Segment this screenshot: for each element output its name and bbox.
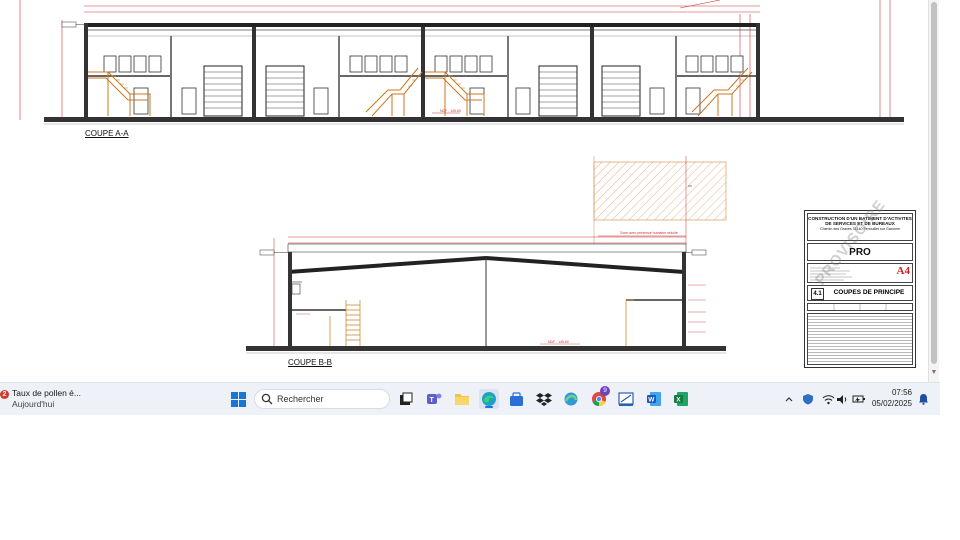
file-explorer-icon[interactable] — [452, 389, 472, 409]
section-b-dimensions — [273, 236, 686, 350]
architect-logo: A4 — [896, 265, 910, 277]
active-indicator — [485, 406, 493, 408]
dropbox-icon[interactable] — [534, 389, 554, 409]
security-icon[interactable] — [801, 392, 815, 406]
widget-subtitle: Aujourd'hui — [12, 399, 55, 409]
chrome-badge: 9 — [600, 386, 610, 396]
excel-icon[interactable]: X — [671, 389, 691, 409]
windows-taskbar: 2 Taux de pollen é... Aujourd'hui Recher… — [0, 382, 940, 415]
meta-row-cells — [833, 304, 887, 310]
word-icon[interactable]: W — [644, 389, 664, 409]
zone-note: Zone avec présence humaine réduite — [598, 231, 686, 237]
section-a-level-mark: NDF : 145.60 — [432, 109, 461, 114]
chrome-icon[interactable]: 9 — [589, 386, 610, 409]
sheet-cell: 4.1 COUPES DE PRINCIPE — [807, 285, 913, 301]
teams-icon[interactable]: T — [424, 389, 444, 409]
revision-notes — [807, 313, 913, 365]
section-b-stairs — [329, 299, 634, 346]
browser-icon[interactable] — [561, 389, 581, 409]
clock-time[interactable]: 07:56 — [868, 388, 912, 397]
clock-date[interactable]: 05/02/2025 — [864, 399, 912, 408]
section-b-b — [246, 243, 726, 354]
section-b-label: COUPE B-B — [288, 358, 333, 367]
project-phase: PRO — [807, 243, 913, 261]
notifications-bell-icon[interactable] — [916, 392, 930, 406]
svg-text:Zone avec présence humaine réd: Zone avec présence humaine réduite — [620, 231, 678, 235]
weather-widget[interactable]: 2 Taux de pollen é... Aujourd'hui — [0, 386, 160, 412]
widget-title: Taux de pollen é... — [12, 388, 81, 398]
section-b-level-text: NDF : 145.60 — [548, 340, 569, 344]
svg-text:NDF : 145.60: NDF : 145.60 — [440, 109, 461, 113]
level-tag-b-left — [259, 249, 288, 256]
scroll-down-arrow-icon[interactable]: ▼ — [930, 368, 938, 378]
windows-start-icon[interactable] — [228, 389, 248, 409]
svg-text:X: X — [676, 397, 681, 404]
sheet-title: COUPES DE PRINCIPE — [833, 289, 905, 296]
widget-badge: 2 — [0, 390, 9, 399]
wifi-icon[interactable] — [821, 392, 835, 406]
section-a-label: COUPE A-A — [85, 129, 129, 138]
search-placeholder: Rechercher — [277, 394, 324, 404]
snipping-tool-icon[interactable] — [616, 389, 636, 409]
edge-icon[interactable] — [479, 389, 499, 409]
search-icon — [261, 393, 273, 405]
show-hidden-icons-chevron-icon[interactable] — [782, 392, 796, 406]
svg-text:W: W — [648, 397, 655, 404]
sheet-number: 4.1 — [811, 288, 824, 300]
architectural-drawing: NDF : 145.60 Zone avec présence humaine … — [19, 0, 904, 354]
meta-row — [807, 303, 913, 311]
level-tag-b-right — [684, 249, 707, 256]
pdf-viewer-canvas[interactable]: NDF : 145.60 Zone avec présence humaine … — [0, 0, 940, 382]
task-view-icon[interactable] — [396, 389, 416, 409]
taskbar-search-box[interactable]: Rechercher — [254, 389, 390, 409]
svg-text:T: T — [430, 397, 435, 404]
scroll-thumb[interactable] — [931, 2, 937, 364]
level-tag-a — [61, 21, 86, 28]
vertical-scrollbar[interactable]: ▼ — [928, 0, 939, 382]
volume-icon[interactable] — [835, 392, 849, 406]
store-icon[interactable] — [506, 389, 526, 409]
